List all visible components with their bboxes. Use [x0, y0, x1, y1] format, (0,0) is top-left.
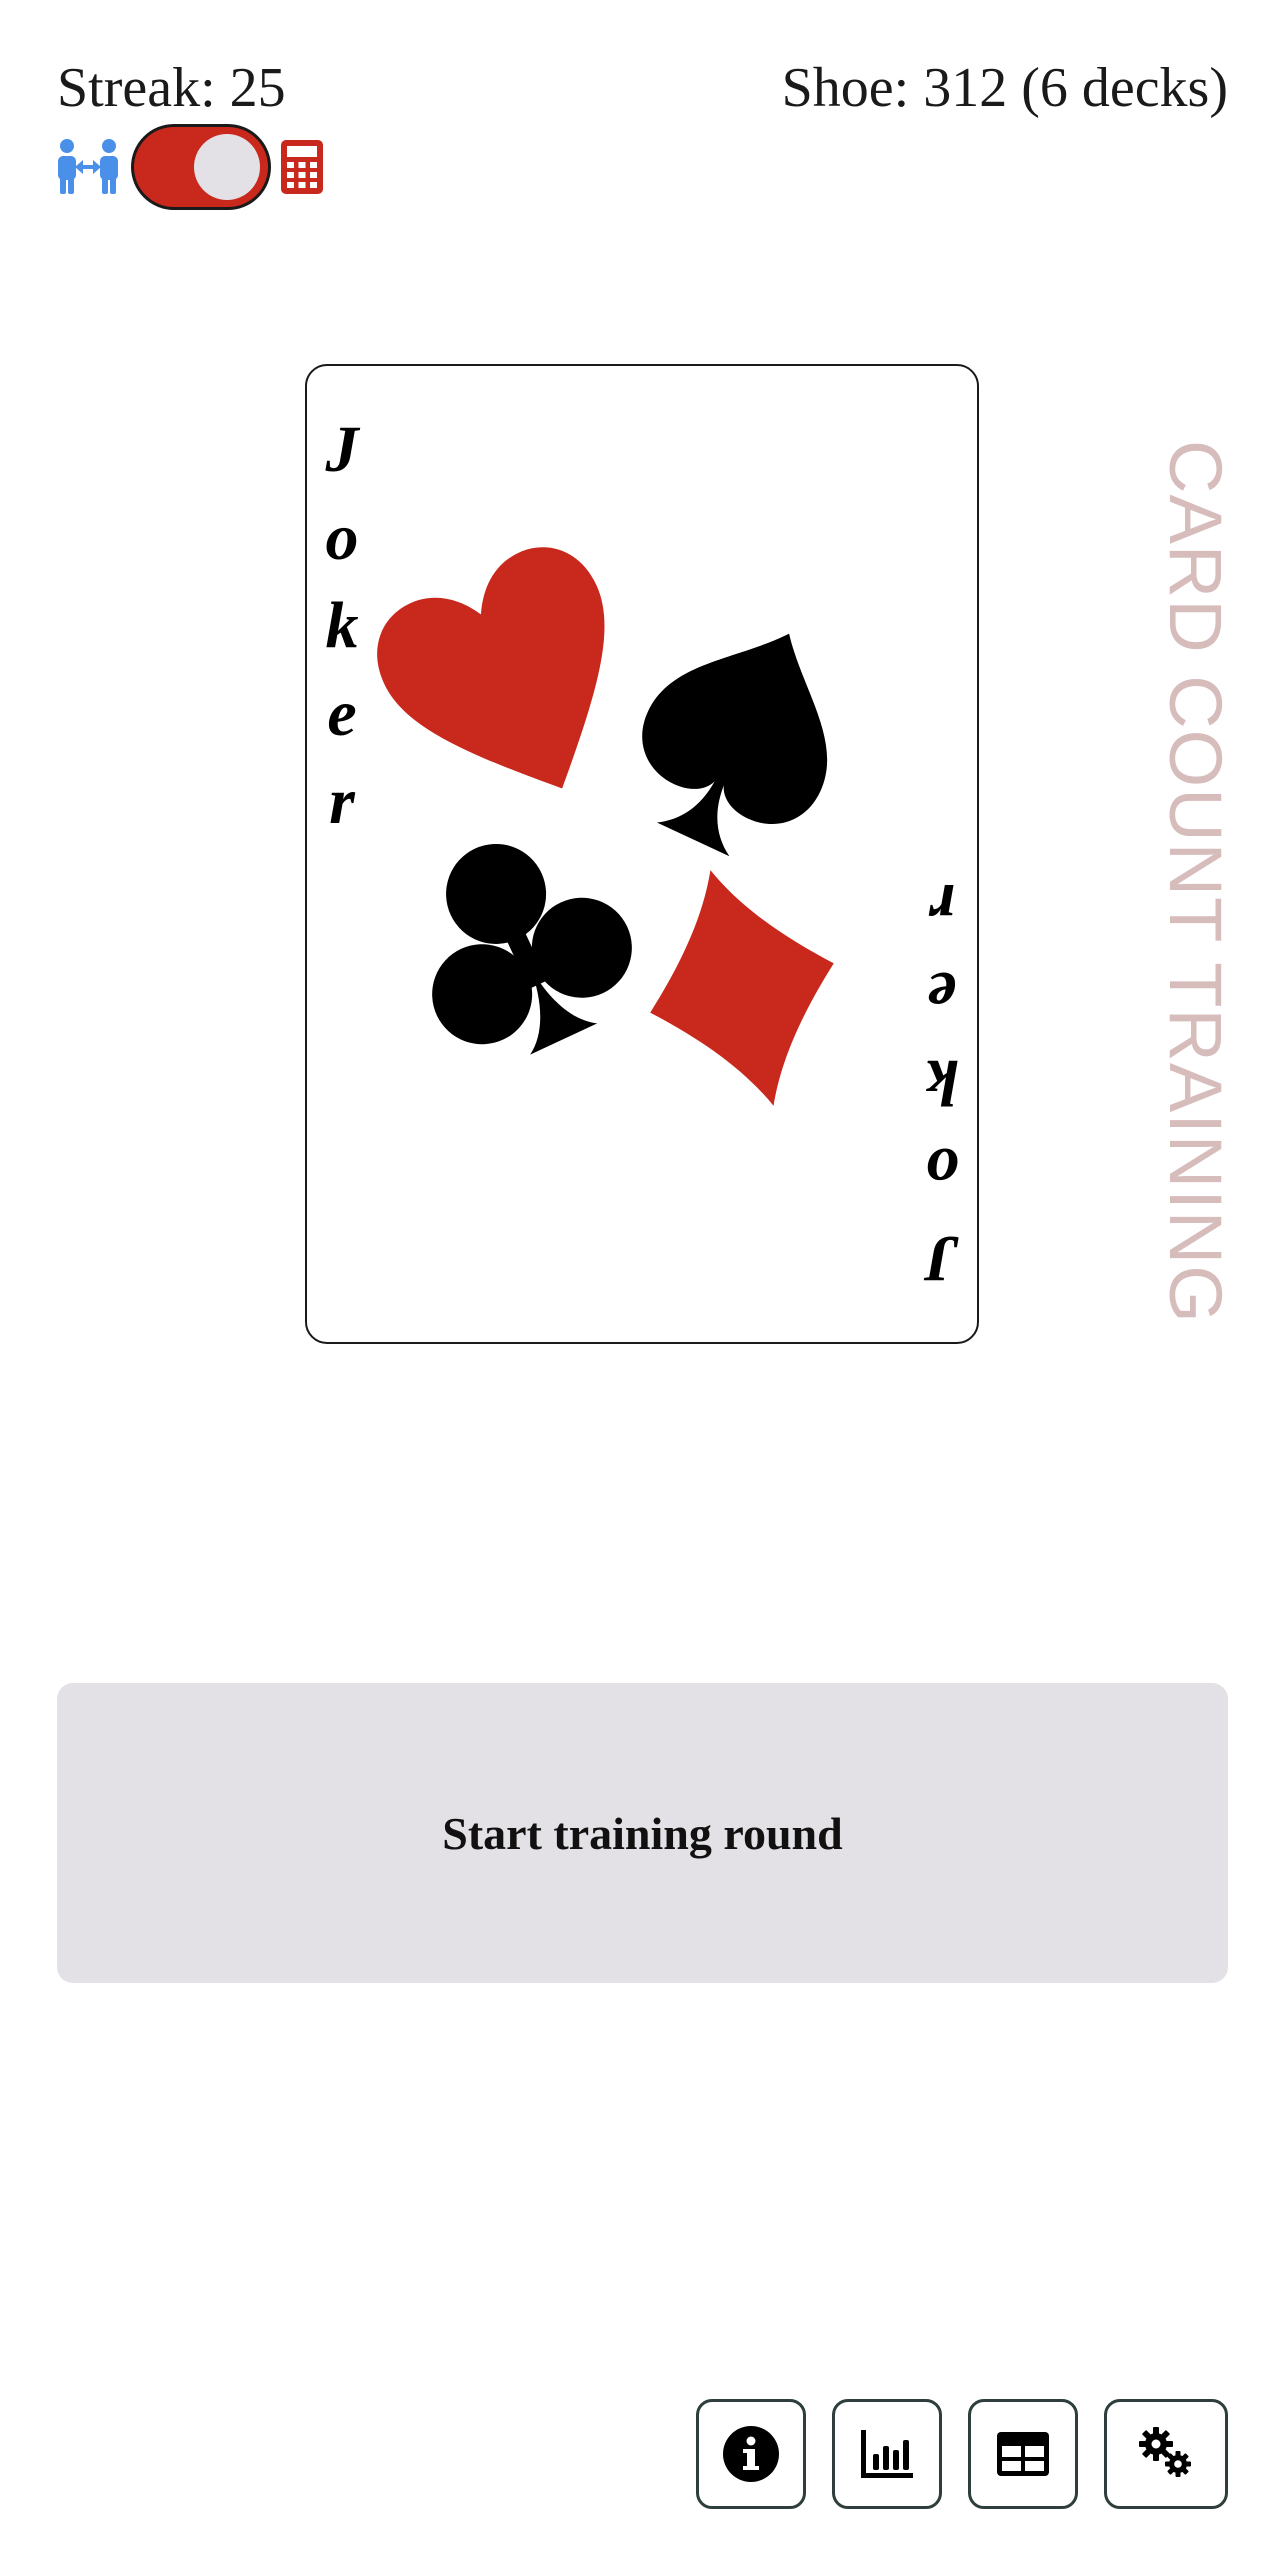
start-training-button[interactable]: Start training round: [57, 1683, 1228, 1983]
shoe-status: Shoe: 312 (6 decks): [781, 57, 1228, 119]
info-button[interactable]: [696, 2399, 806, 2509]
settings-button[interactable]: [1104, 2399, 1228, 2509]
table-icon: [997, 2432, 1049, 2476]
table-button[interactable]: [968, 2399, 1078, 2509]
card-counting-screen: Streak: 25 Shoe: 312 (6 decks) J o k e r…: [0, 0, 1284, 2565]
calculator-icon[interactable]: [281, 140, 323, 194]
streak-counter: Streak: 25: [57, 57, 286, 119]
joker-card[interactable]: J o k e r J o k e r: [305, 364, 979, 1344]
stats-button[interactable]: [832, 2399, 942, 2509]
card-suits: [377, 547, 834, 1106]
bottom-toolbar: [696, 2399, 1228, 2509]
toggle-knob: [194, 134, 260, 200]
app-title: CARD COUNT TRAINING: [1154, 440, 1237, 1324]
people-exchange-icon[interactable]: [55, 138, 121, 196]
mode-toggle[interactable]: [131, 124, 271, 210]
club-icon: [432, 843, 632, 1055]
heart-icon: [377, 547, 605, 789]
settings-icon: [1139, 2427, 1191, 2477]
spade-icon: [642, 633, 828, 857]
diamond-icon: [650, 870, 834, 1106]
chart-icon: [861, 2430, 913, 2478]
info-icon: [723, 2426, 779, 2482]
mode-switch-row: [55, 122, 323, 212]
